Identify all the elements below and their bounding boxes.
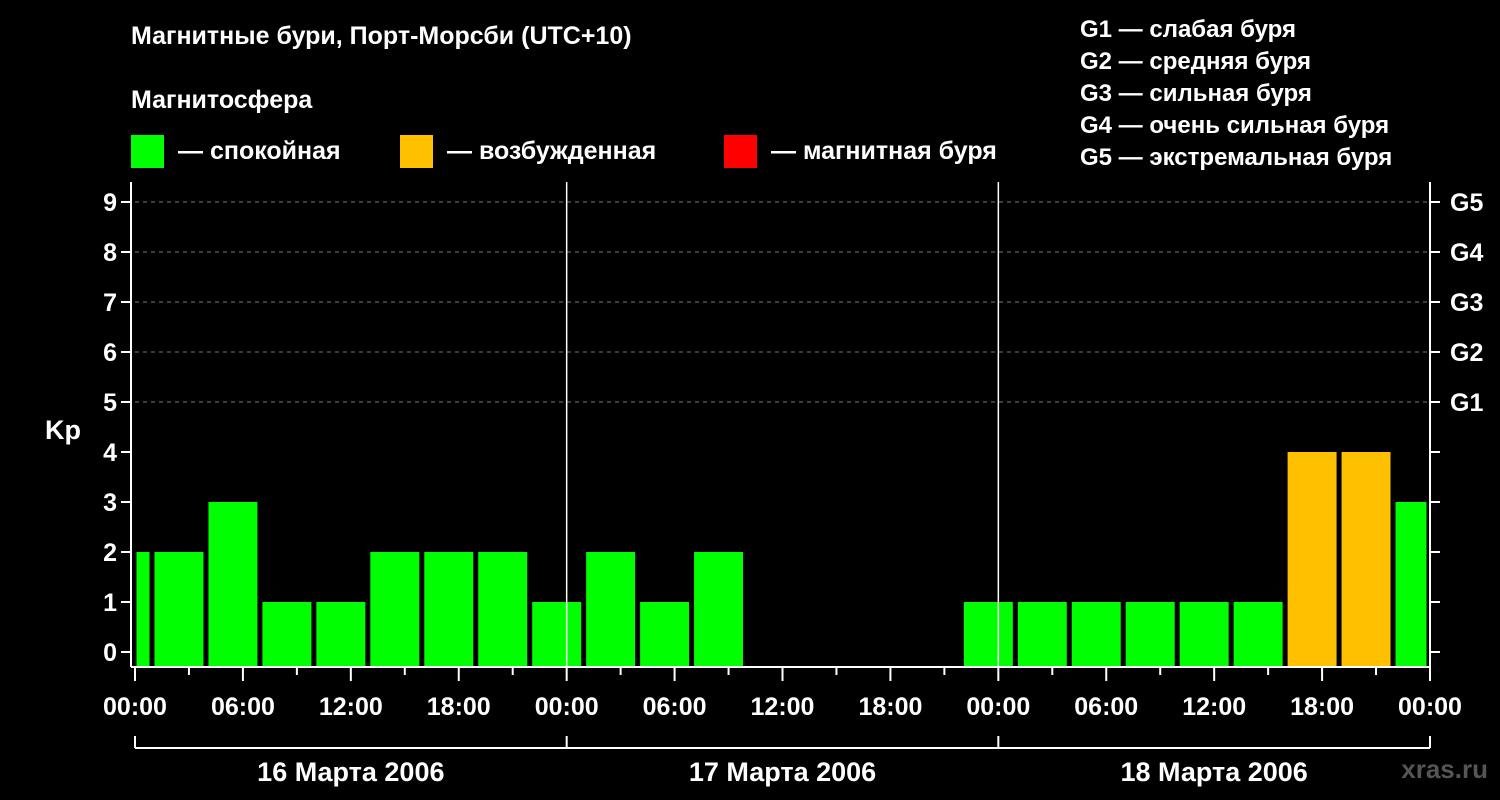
x-tick-label: 18:00: [427, 693, 491, 721]
bar-quiet: [1179, 602, 1229, 667]
bar-quiet: [694, 552, 744, 667]
g-level-label: G3: [1450, 289, 1483, 317]
bar-quiet: [262, 602, 312, 667]
bar-quiet: [316, 602, 366, 667]
bar-quiet: [1017, 602, 1067, 667]
day-label: 17 Марта 2006: [689, 757, 876, 787]
y-tick-label: 1: [103, 589, 117, 617]
x-tick-label: 12:00: [751, 693, 815, 721]
x-tick-label: 00:00: [966, 693, 1030, 721]
kp-chart: 0 1 2 3 4 5 6 7 8 9 G1 G2 G3 G4 G5 Kp 00:00 06:00 12:00 18:…: [45, 182, 1483, 787]
g-level-label: G5: [1450, 189, 1483, 217]
g-level-label: G2: [1450, 339, 1483, 367]
bar-quiet: [1071, 602, 1121, 667]
bar-quiet: [586, 552, 636, 667]
watermark: xras.ru: [1401, 754, 1488, 784]
x-tick-label: 00:00: [103, 693, 167, 721]
y-tick-label: 6: [103, 339, 117, 367]
y-tick-label: 4: [103, 439, 117, 467]
y-axis-title: Kp: [45, 415, 81, 445]
g-level-label: G1: [1450, 389, 1483, 417]
bar-quiet: [640, 602, 690, 667]
x-tick-label: 00:00: [535, 693, 599, 721]
x-tick-label: 06:00: [1074, 693, 1138, 721]
bar-quiet: [136, 552, 150, 667]
bar-quiet: [1395, 502, 1427, 667]
bar-quiet: [478, 552, 528, 667]
bar-quiet: [1233, 602, 1283, 667]
y-tick-label: 3: [103, 489, 117, 517]
g-level-label: G4: [1450, 239, 1483, 267]
x-tick-label: 12:00: [1182, 693, 1246, 721]
x-tick-label: 06:00: [643, 693, 707, 721]
x-tick-label: 18:00: [858, 693, 922, 721]
day-label: 18 Марта 2006: [1121, 757, 1308, 787]
y-tick-label: 7: [103, 289, 117, 317]
bar-quiet: [208, 502, 258, 667]
y-tick-label: 2: [103, 539, 117, 567]
bar-active: [1341, 452, 1391, 667]
x-tick-label: 06:00: [211, 693, 275, 721]
bar-quiet: [532, 602, 582, 667]
y-tick-label: 8: [103, 239, 117, 267]
bar-quiet: [424, 552, 474, 667]
x-tick-label: 18:00: [1290, 693, 1354, 721]
x-tick-label: 12:00: [319, 693, 383, 721]
y-tick-label: 0: [103, 639, 117, 667]
day-label: 16 Марта 2006: [257, 757, 444, 787]
y-tick-label: 5: [103, 389, 117, 417]
x-tick-label: 00:00: [1398, 693, 1462, 721]
bar-quiet: [154, 552, 204, 667]
bar-quiet: [370, 552, 420, 667]
bar-active: [1287, 452, 1337, 667]
y-tick-label: 9: [103, 189, 117, 217]
bar-quiet: [1125, 602, 1175, 667]
bar-quiet: [963, 602, 1013, 667]
